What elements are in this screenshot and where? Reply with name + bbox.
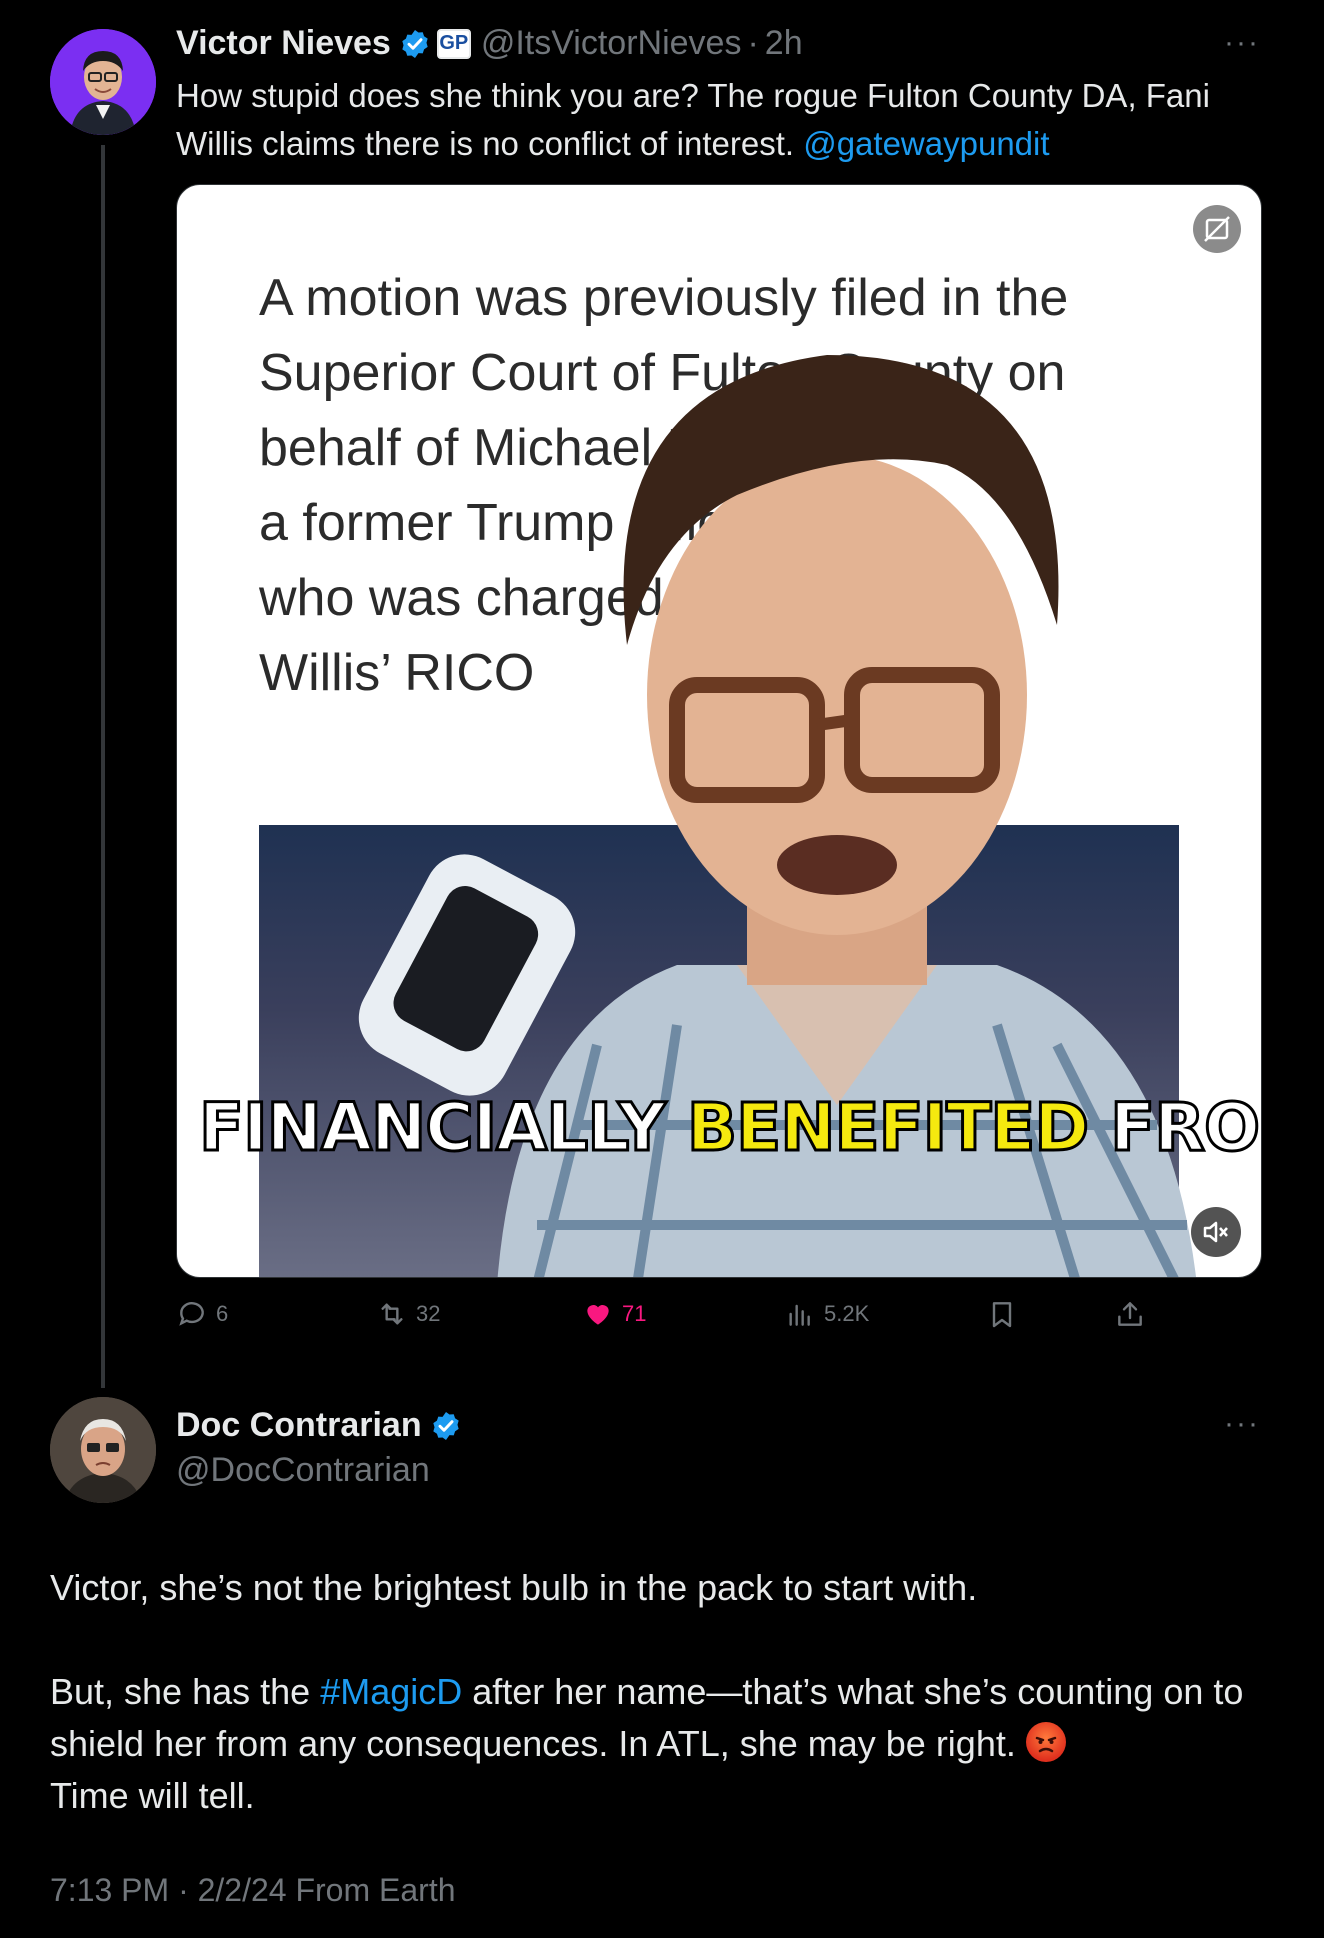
tweet-time[interactable]: 2h	[765, 24, 803, 63]
reply-author-handle[interactable]: @DocContrarian	[176, 1451, 430, 1490]
like-count: 71	[622, 1301, 647, 1326]
views-icon	[789, 1304, 810, 1326]
share-icon	[1118, 1302, 1142, 1326]
author-name[interactable]: Victor Nieves	[176, 24, 391, 63]
verified-badge-icon	[402, 29, 428, 58]
affiliation-badge[interactable]: GP	[436, 28, 471, 59]
hashtag-link[interactable]: #MagicD	[320, 1671, 462, 1712]
mute-icon[interactable]	[1191, 1207, 1241, 1257]
reply-author-name[interactable]: Doc Contrarian	[176, 1406, 422, 1445]
heart-icon	[587, 1305, 609, 1325]
reply-p2-end: Time will tell.	[50, 1775, 255, 1816]
video-caption: FINANCIALLY BENEFITED FROM	[198, 1088, 1261, 1168]
caption-yellow: BENEFITED	[685, 1088, 1090, 1168]
reply-line-1: Victor, she’s not the brightest bulb in …	[50, 1567, 978, 1608]
reply-p2-before: But, she has the	[50, 1671, 321, 1712]
tweet-actions: 6 32 71 5.2K	[176, 1298, 1176, 1338]
more-options-icon[interactable]: ···	[1224, 1407, 1260, 1441]
angry-face-icon	[1025, 1722, 1066, 1762]
reply-avatar-image	[50, 1397, 156, 1503]
more-options-icon[interactable]: ···	[1224, 26, 1260, 60]
caption-white-2: FROM	[1109, 1088, 1261, 1168]
verified-badge-icon	[432, 1411, 459, 1440]
retweet-button[interactable]: 32	[376, 1298, 440, 1330]
avatar[interactable]	[50, 29, 156, 135]
author-handle[interactable]: @ItsVictorNieves	[481, 24, 742, 63]
reply-count: 6	[216, 1301, 229, 1326]
reply-timestamp[interactable]: 7:13 PM · 2/2/24 From Earth	[50, 1872, 456, 1909]
tweet-header: Victor Nieves GP @ItsVictorNieves · 2h	[176, 24, 803, 63]
views-count: 5.2K	[824, 1301, 870, 1326]
reply-avatar[interactable]	[50, 1397, 156, 1503]
thread-line	[101, 145, 105, 1388]
like-button[interactable]: 71	[582, 1298, 646, 1330]
retweet-icon	[381, 1303, 403, 1325]
content-warning-icon[interactable]	[1193, 205, 1241, 253]
reply-icon	[179, 1302, 204, 1326]
bookmark-icon	[992, 1302, 1012, 1328]
reply-button[interactable]: 6	[176, 1298, 228, 1330]
tweet-body: How stupid does she think you are? The r…	[176, 77, 1210, 162]
views-button[interactable]: 5.2K	[784, 1298, 869, 1330]
video-player[interactable]: A motion was previously filed in the Sup…	[176, 184, 1262, 1278]
tweet-text: How stupid does she think you are? The r…	[176, 72, 1266, 168]
share-button[interactable]	[1114, 1298, 1154, 1330]
mention-link[interactable]: @gatewaypundit	[803, 125, 1049, 162]
bookmark-button[interactable]	[986, 1298, 1026, 1330]
avatar-image	[50, 29, 156, 135]
separator-dot: ·	[747, 24, 759, 62]
reply-header: Doc Contrarian	[176, 1406, 462, 1445]
retweet-count: 32	[416, 1301, 441, 1326]
reply-text: Victor, she’s not the brightest bulb in …	[50, 1562, 1250, 1822]
caption-white-1: FINANCIALLY	[198, 1088, 687, 1168]
